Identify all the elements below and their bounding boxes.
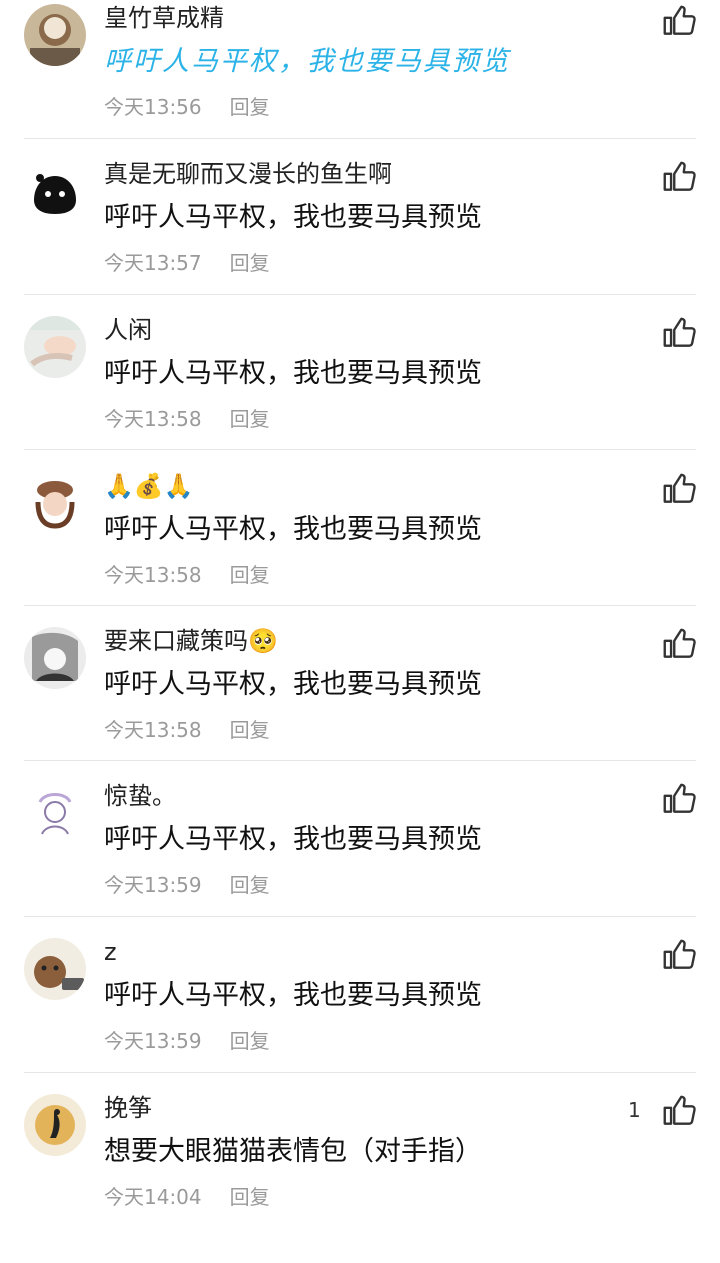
reply-button[interactable]: 回复 <box>230 1029 270 1053</box>
comment-text: 呼吁人马平权，我也要马具预览 <box>104 669 482 700</box>
thumbs-up-icon[interactable] <box>660 314 698 352</box>
comment-time: 今天13:56 <box>104 95 202 119</box>
thumbs-up-icon[interactable] <box>660 2 698 40</box>
comment-time: 今天14:04 <box>104 1185 202 1209</box>
comment-text: 呼吁人马平权，我也要马具预览 <box>104 358 482 389</box>
comment-list: 皇竹草成精 呼吁人马平权，我也要马具预览 今天13:56 回复 真是无聊而又漫长的… <box>0 0 720 1224</box>
divider <box>24 138 696 139</box>
thumbs-up-icon[interactable] <box>660 470 698 508</box>
divider <box>24 1072 696 1073</box>
reply-button[interactable]: 回复 <box>230 95 270 119</box>
comment-time: 今天13:58 <box>104 407 202 431</box>
comment-meta: 今天14:04 回复 <box>104 1184 270 1210</box>
comment-username[interactable]: 人闲 <box>104 314 152 346</box>
comment-item: 惊蛰。 呼吁人马平权，我也要马具预览 今天13:59 回复 <box>0 782 720 951</box>
thumbs-up-icon[interactable] <box>660 158 698 196</box>
comment-username[interactable]: 皇竹草成精 <box>104 2 224 34</box>
comment-text: 呼吁人马平权，我也要马具预览 <box>104 824 482 855</box>
comment-username[interactable]: z <box>104 936 117 968</box>
comment-item: z 呼吁人马平权，我也要马具预览 今天13:59 回复 <box>0 938 720 1107</box>
thumbs-up-icon[interactable] <box>660 625 698 663</box>
comment-username[interactable]: 挽筝 <box>104 1092 152 1124</box>
reply-button[interactable]: 回复 <box>230 1185 270 1209</box>
avatar[interactable] <box>24 4 86 66</box>
divider <box>24 294 696 295</box>
comment-username[interactable]: 要来口藏策吗🥺 <box>104 625 278 657</box>
thumbs-up-icon[interactable] <box>660 936 698 974</box>
comment-username[interactable]: 🙏💰🙏 <box>104 470 194 502</box>
comment-username[interactable]: 惊蛰。 <box>104 780 176 812</box>
reply-button[interactable]: 回复 <box>230 873 270 897</box>
comment-text: 想要大眼猫猫表情包（对手指） <box>104 1136 482 1167</box>
comment-time: 今天13:58 <box>104 718 202 742</box>
comment-meta: 今天13:57 回复 <box>104 250 270 276</box>
comment-meta: 今天13:58 回复 <box>104 717 270 743</box>
comment-text: 呼吁人马平权，我也要马具预览 <box>104 202 482 233</box>
divider <box>24 449 696 450</box>
avatar[interactable] <box>24 160 86 222</box>
comment-username[interactable]: 真是无聊而又漫长的鱼生啊 <box>104 158 392 190</box>
avatar[interactable] <box>24 472 86 534</box>
divider <box>24 760 696 761</box>
comment-meta: 今天13:58 回复 <box>104 406 270 432</box>
reply-button[interactable]: 回复 <box>230 718 270 742</box>
reply-button[interactable]: 回复 <box>230 407 270 431</box>
comment-item: 真是无聊而又漫长的鱼生啊 呼吁人马平权，我也要马具预览 今天13:57 回复 <box>0 160 720 329</box>
divider <box>24 605 696 606</box>
divider <box>24 916 696 917</box>
comment-item: 皇竹草成精 呼吁人马平权，我也要马具预览 今天13:56 回复 <box>0 4 720 173</box>
comment-time: 今天13:58 <box>104 563 202 587</box>
reply-button[interactable]: 回复 <box>230 251 270 275</box>
comment-text: 呼吁人马平权，我也要马具预览 <box>104 980 482 1011</box>
like-count: 1 <box>628 1098 641 1122</box>
comment-item: 挽筝 想要大眼猫猫表情包（对手指） 今天14:04 回复 1 <box>0 1094 720 1263</box>
comment-meta: 今天13:59 回复 <box>104 1028 270 1054</box>
avatar[interactable] <box>24 782 86 844</box>
comment-text: 呼吁人马平权，我也要马具预览 <box>104 46 510 77</box>
comment-time: 今天13:57 <box>104 251 202 275</box>
avatar[interactable] <box>24 938 86 1000</box>
avatar[interactable] <box>24 1094 86 1156</box>
comment-item: 人闲 呼吁人马平权，我也要马具预览 今天13:58 回复 <box>0 316 720 485</box>
reply-button[interactable]: 回复 <box>230 563 270 587</box>
avatar[interactable] <box>24 316 86 378</box>
thumbs-up-icon[interactable] <box>660 780 698 818</box>
comment-text: 呼吁人马平权，我也要马具预览 <box>104 514 482 545</box>
comment-item: 🙏💰🙏 呼吁人马平权，我也要马具预览 今天13:58 回复 <box>0 472 720 641</box>
comment-time: 今天13:59 <box>104 873 202 897</box>
comment-meta: 今天13:56 回复 <box>104 94 270 120</box>
comment-meta: 今天13:59 回复 <box>104 872 270 898</box>
comment-time: 今天13:59 <box>104 1029 202 1053</box>
comment-meta: 今天13:58 回复 <box>104 562 270 588</box>
thumbs-up-icon[interactable] <box>660 1092 698 1130</box>
avatar[interactable] <box>24 627 86 689</box>
comment-item: 要来口藏策吗🥺 呼吁人马平权，我也要马具预览 今天13:58 回复 <box>0 627 720 796</box>
